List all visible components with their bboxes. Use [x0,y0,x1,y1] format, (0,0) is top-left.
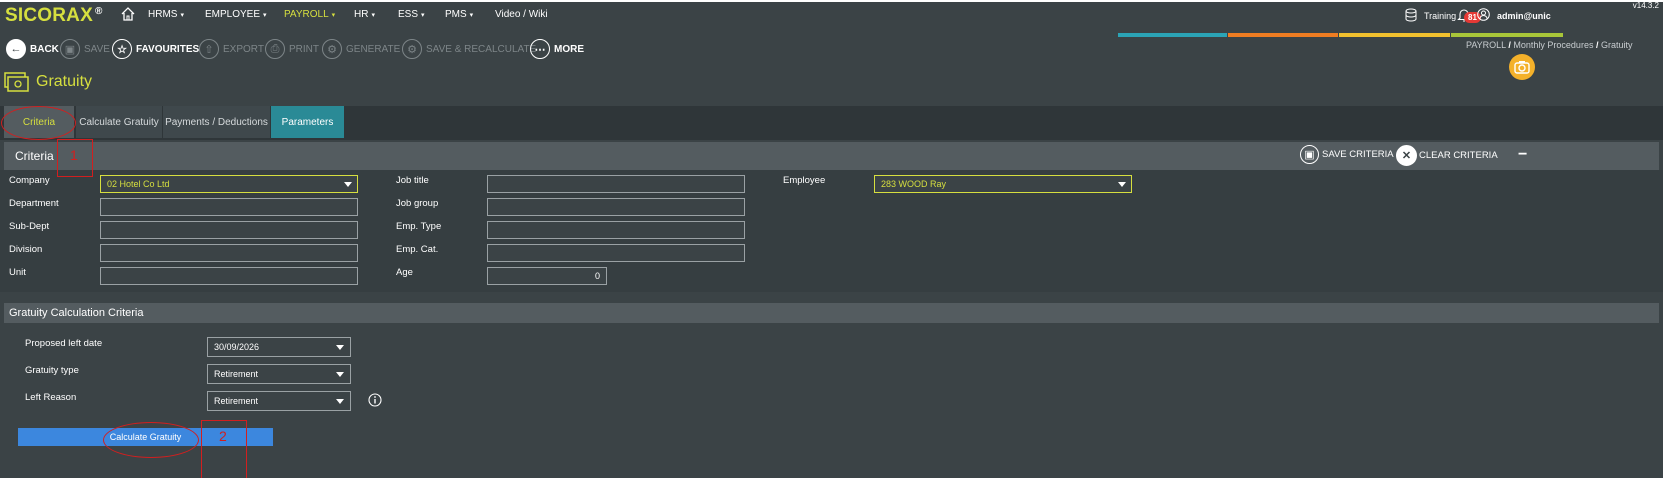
user-name[interactable]: admin@unic [1497,11,1551,21]
nav-hrms[interactable]: HRMS ▾ [148,9,184,20]
app-window: SICORAX ® HRMS ▾ EMPLOYEE ▾ PAYROLL ▾ HR ▾ ES… [0,2,1663,478]
annotation-oval-calculate [103,422,199,458]
employee-select[interactable]: 283 WOOD Ray [874,175,1132,193]
floppy-icon: ▣ [60,39,80,59]
star-icon: ☆ [112,39,132,59]
criteria-title: Criteria [15,149,54,163]
breadcrumb: PAYROLL / Monthly Procedures / Gratuity [1466,40,1633,50]
annotation-oval-criteria [1,106,76,140]
department-field[interactable] [100,198,358,216]
upload-icon: ⇧ [199,39,219,59]
proposed-left-date-label: Proposed left date [25,338,103,349]
breadcrumb-gratuity: Gratuity [1601,40,1633,50]
printer-icon: ⎙ [265,39,285,59]
app-logo[interactable]: SICORAX ® [5,5,103,27]
collapse-button[interactable]: − [1518,146,1527,164]
gear-icon: ⚙ [402,39,422,59]
database-icon [1405,8,1417,22]
sub-dept-label: Sub-Dept [9,221,50,232]
database-name[interactable]: Training [1424,11,1456,21]
job-group-field[interactable] [487,198,745,216]
clear-criteria-button[interactable]: ✕ CLEAR CRITERIA [1396,145,1498,166]
company-select[interactable]: 02 Hotel Co Ltd [100,175,358,193]
emp-cat-field[interactable] [487,244,745,262]
chevron-down-icon [336,399,344,404]
annotation-number-2: 2 [219,428,227,444]
home-icon[interactable] [120,6,136,22]
close-icon: ✕ [1396,145,1417,166]
arrow-left-icon: ← [6,39,26,59]
color-bar-orange [1228,33,1338,37]
emp-type-field[interactable] [487,221,745,239]
sub-dept-field[interactable] [100,221,358,239]
version-label: v14.3.2 [1632,2,1659,10]
page-title: Gratuity [36,73,93,90]
more-button[interactable]: ⋯ MORE [530,38,584,60]
gratuity-type-select[interactable]: Retirement [207,364,351,384]
chevron-down-icon [336,345,344,350]
nav-pms[interactable]: PMS ▾ [445,9,473,20]
age-label: Age [396,267,413,278]
job-group-label: Job group [396,198,439,209]
gratuity-type-label: Gratuity type [25,365,79,376]
division-label: Division [9,244,43,255]
floppy-icon: ▣ [1300,145,1319,164]
gear-icon: ⚙ [322,39,342,59]
unit-field[interactable] [100,267,358,285]
emp-type-label: Emp. Type [396,221,442,232]
tab-parameters[interactable]: Parameters [271,106,344,138]
annotation-number-1: 1 [70,147,78,163]
color-bar-yellow [1339,33,1450,37]
left-reason-select[interactable]: Retirement [207,391,351,411]
color-bar-teal [1118,33,1227,37]
chevron-down-icon [1118,182,1126,187]
money-icon [4,72,29,92]
age-field[interactable]: 0 [487,267,607,285]
nav-payroll[interactable]: PAYROLL ▾ [284,9,335,20]
top-nav: SICORAX ® HRMS ▾ EMPLOYEE ▾ PAYROLL ▾ HR ▾ ES… [0,2,1663,30]
department-label: Department [9,198,59,209]
nav-ess[interactable]: ESS ▾ [398,9,425,20]
save-criteria-button[interactable]: ▣ SAVE CRITERIA [1300,145,1394,164]
chevron-down-icon [344,182,352,187]
left-reason-label: Left Reason [25,392,77,403]
export-button[interactable]: ⇧ EXPORT [199,38,264,60]
tab-calculate-gratuity[interactable]: Calculate Gratuity [76,106,162,138]
job-title-field[interactable] [487,175,745,193]
print-button[interactable]: ⎙ PRINT [265,38,319,60]
back-button[interactable]: ← BACK [6,38,59,60]
nav-employee[interactable]: EMPLOYEE ▾ [205,9,267,20]
favourites-button[interactable]: ☆ FAVOURITES [112,38,199,60]
proposed-left-date-select[interactable]: 30/09/2026 [207,337,351,357]
breadcrumb-monthly[interactable]: Monthly Procedures [1513,40,1593,50]
nav-video-wiki[interactable]: Video / Wiki [495,9,548,20]
breadcrumb-payroll[interactable]: PAYROLL [1466,40,1506,50]
save-button[interactable]: ▣ SAVE [60,38,110,60]
gratuity-criteria-header: Gratuity Calculation Criteria [4,303,1659,323]
tab-payments-deductions[interactable]: Payments / Deductions [163,106,270,138]
camera-icon[interactable] [1509,54,1535,80]
nav-hr[interactable]: HR ▾ [354,9,375,20]
user-icon [1477,8,1490,21]
unit-label: Unit [9,267,26,278]
color-bar-green [1451,33,1563,37]
gratuity-criteria-title: Gratuity Calculation Criteria [9,307,144,319]
emp-cat-label: Emp. Cat. [396,244,439,255]
job-title-label: Job title [396,175,429,186]
info-icon[interactable] [368,393,382,407]
chevron-down-icon [336,372,344,377]
company-label: Company [9,175,50,186]
ellipsis-icon: ⋯ [530,39,550,59]
employee-label: Employee [783,175,826,186]
generate-button[interactable]: ⚙ GENERATE [322,38,400,60]
save-recalculate-button[interactable]: ⚙ SAVE & RECALCULATE [402,38,536,60]
division-field[interactable] [100,244,358,262]
